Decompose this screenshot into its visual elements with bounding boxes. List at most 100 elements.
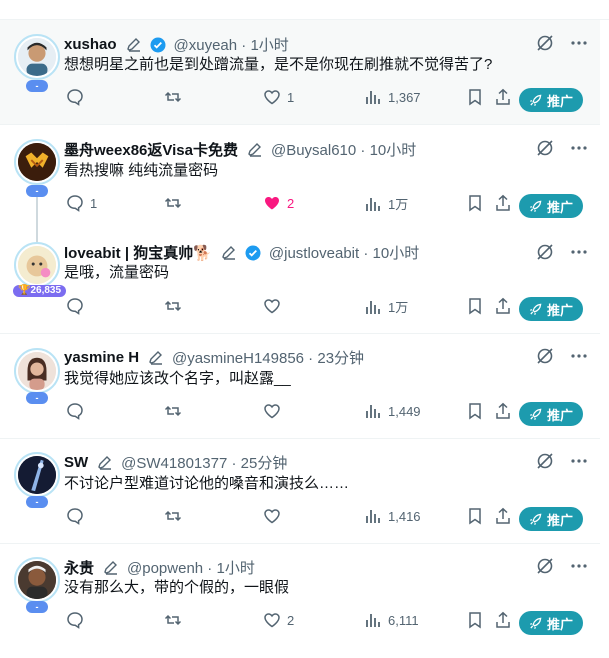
reply-button[interactable] bbox=[66, 402, 90, 420]
share-button[interactable] bbox=[494, 194, 512, 212]
display-name[interactable]: yasmine H bbox=[64, 349, 139, 366]
more-icon[interactable] bbox=[570, 139, 588, 157]
display-name[interactable]: 永贵 bbox=[64, 557, 94, 578]
grok-icon[interactable] bbox=[536, 139, 554, 157]
analytics-icon bbox=[366, 91, 380, 104]
handle[interactable]: @Buysal610 · 10小时 bbox=[271, 139, 416, 160]
bookmark-button[interactable] bbox=[466, 88, 484, 106]
retweet-button[interactable] bbox=[164, 402, 188, 420]
share-button[interactable] bbox=[494, 88, 512, 106]
grok-icon[interactable] bbox=[536, 557, 554, 575]
tweet[interactable]: - xushao @xuyeah · 1小时 想想明星之前也是到处蹭流量，是不是… bbox=[0, 20, 600, 125]
share-icon bbox=[496, 507, 510, 524]
grok-icon[interactable] bbox=[536, 243, 554, 261]
display-name[interactable]: 墨舟weex86返Visa卡免费 bbox=[64, 139, 238, 160]
more-icon[interactable] bbox=[570, 347, 588, 365]
avatar[interactable] bbox=[14, 34, 60, 80]
display-name[interactable]: xushao bbox=[64, 36, 117, 53]
views-button[interactable]: 1,416 bbox=[364, 507, 421, 525]
views-button[interactable]: 6,111 bbox=[364, 611, 419, 629]
edit-icon[interactable] bbox=[148, 350, 164, 366]
rocket-icon bbox=[530, 617, 542, 629]
retweet-button[interactable] bbox=[164, 611, 188, 629]
share-button[interactable] bbox=[494, 611, 512, 629]
promote-button[interactable]: 推广 bbox=[519, 297, 583, 321]
avatar[interactable] bbox=[14, 348, 60, 394]
tweet[interactable]: 🏆26,835 loveabit | 狗宝真帅🐕 @justloveabit ·… bbox=[0, 230, 600, 334]
bookmark-button[interactable] bbox=[466, 194, 484, 212]
tweet[interactable]: - yasmine H @yasmineH149856 · 23分钟 我觉得她应… bbox=[0, 334, 600, 439]
edit-icon[interactable] bbox=[221, 245, 237, 261]
more-icon[interactable] bbox=[570, 452, 588, 470]
bookmark-button[interactable] bbox=[466, 507, 484, 525]
retweet-button[interactable] bbox=[164, 88, 188, 106]
more-icon[interactable] bbox=[570, 34, 588, 52]
retweet-icon bbox=[164, 197, 182, 209]
handle[interactable]: @popwenh · 1小时 bbox=[127, 557, 255, 578]
bookmark-button[interactable] bbox=[466, 402, 484, 420]
avatar[interactable] bbox=[14, 452, 60, 498]
verified-badge-icon bbox=[150, 37, 166, 52]
edit-icon[interactable] bbox=[103, 560, 119, 576]
retweet-button[interactable] bbox=[164, 194, 188, 212]
like-button[interactable] bbox=[263, 507, 287, 525]
handle[interactable]: @justloveabit · 10小时 bbox=[269, 242, 419, 263]
bookmark-button[interactable] bbox=[466, 611, 484, 629]
avatar[interactable] bbox=[14, 139, 60, 185]
edit-icon[interactable] bbox=[97, 455, 113, 471]
bookmark-button[interactable] bbox=[466, 297, 484, 315]
handle[interactable]: @xuyeah · 1小时 bbox=[174, 34, 289, 55]
avatar[interactable] bbox=[14, 242, 60, 288]
more-icon[interactable] bbox=[570, 243, 588, 261]
grok-icon[interactable] bbox=[536, 347, 554, 365]
views-button[interactable]: 1万 bbox=[364, 297, 408, 316]
views-button[interactable]: 1万 bbox=[364, 194, 408, 213]
display-name[interactable]: loveabit | 狗宝真帅🐕 bbox=[64, 242, 212, 263]
display-name[interactable]: SW bbox=[64, 454, 88, 471]
edit-icon[interactable] bbox=[247, 142, 263, 158]
tweet-text: 看热搜嘛 纯纯流量密码 bbox=[64, 162, 219, 179]
like-button[interactable] bbox=[263, 402, 287, 420]
like-button[interactable] bbox=[263, 297, 287, 315]
share-button[interactable] bbox=[494, 297, 512, 315]
promote-button[interactable]: 推广 bbox=[519, 88, 583, 112]
edit-icon[interactable] bbox=[126, 37, 142, 53]
tweet[interactable]: - 永贵 @popwenh · 1小时 没有那么大，带的个假的，一眼假 2 6,… bbox=[0, 544, 600, 658]
tweet[interactable]: - SW @SW41801377 · 25分钟 不讨论户型难道讨论他的嗓音和演技… bbox=[0, 439, 600, 544]
promote-button[interactable]: 推广 bbox=[519, 402, 583, 426]
views-button[interactable]: 1,449 bbox=[364, 402, 421, 420]
retweet-button[interactable] bbox=[164, 297, 188, 315]
avatar[interactable] bbox=[14, 557, 60, 603]
tweet-text: 不讨论户型难道讨论他的嗓音和演技么…… bbox=[64, 475, 350, 492]
timestamp: 10小时 bbox=[369, 142, 417, 159]
reply-button[interactable] bbox=[66, 507, 90, 525]
reply-button[interactable] bbox=[66, 88, 90, 106]
more-icon[interactable] bbox=[570, 557, 588, 575]
share-button[interactable] bbox=[494, 402, 512, 420]
reply-button[interactable] bbox=[66, 611, 90, 629]
heart-icon bbox=[264, 90, 280, 105]
action-bar: 1 2 1万 推广 bbox=[64, 194, 588, 218]
tweet[interactable]: - 墨舟weex86返Visa卡免费 @Buysal610 · 10小时 看热搜… bbox=[0, 125, 600, 243]
grok-icon[interactable] bbox=[536, 34, 554, 52]
handle[interactable]: @yasmineH149856 · 23分钟 bbox=[172, 347, 364, 368]
grok-icon[interactable] bbox=[536, 452, 554, 470]
like-button[interactable]: 1 bbox=[263, 88, 294, 106]
reply-button[interactable]: 1 bbox=[66, 194, 97, 212]
promote-button[interactable]: 推广 bbox=[519, 507, 583, 531]
views-button[interactable]: 1,367 bbox=[364, 88, 421, 106]
like-button[interactable]: 2 bbox=[263, 194, 294, 212]
tweet-text: 我觉得她应该改个名字，叫赵露__ bbox=[64, 370, 291, 387]
verified-badge-icon bbox=[245, 245, 261, 260]
rocket-icon bbox=[530, 200, 542, 212]
promote-button[interactable]: 推广 bbox=[519, 611, 583, 635]
share-button[interactable] bbox=[494, 507, 512, 525]
retweet-icon bbox=[164, 510, 182, 522]
badge-pill: - bbox=[26, 185, 48, 197]
heart-icon bbox=[264, 299, 280, 314]
reply-button[interactable] bbox=[66, 297, 90, 315]
retweet-button[interactable] bbox=[164, 507, 188, 525]
like-button[interactable]: 2 bbox=[263, 611, 294, 629]
handle[interactable]: @SW41801377 · 25分钟 bbox=[121, 452, 287, 473]
promote-button[interactable]: 推广 bbox=[519, 194, 583, 218]
